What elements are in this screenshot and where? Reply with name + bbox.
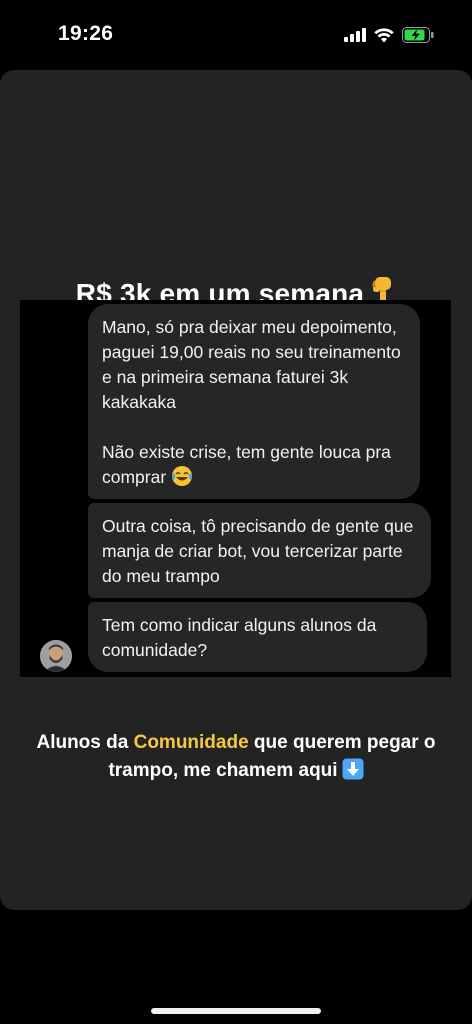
message-bubble: Outra coisa, tô precisando de gente que … — [88, 503, 431, 598]
story-screen: 19:26 R$ 3k em um semana Mano, só pra de… — [0, 0, 472, 1024]
chat-screenshot: Mano, só pra deixar meu depoimento, pagu… — [20, 300, 451, 677]
story-caption: Alunos da Comunidade que querem pegar o … — [0, 729, 472, 785]
battery-charging-icon — [402, 27, 434, 43]
message-bubble: Tem como indicar alguns alunos da comuni… — [88, 602, 427, 672]
down-arrow-button-icon — [342, 758, 364, 780]
avatar-photo — [40, 640, 72, 672]
wifi-icon — [374, 27, 394, 42]
message-bubble: Mano, só pra deixar meu depoimento, pagu… — [88, 304, 420, 499]
status-bar: 19:26 — [0, 0, 472, 70]
message-text: Mano, só pra deixar meu depoimento, pagu… — [102, 317, 401, 412]
message-text: Não existe crise, tem gente louca pra co… — [102, 442, 391, 487]
status-icons — [344, 24, 434, 46]
status-time: 19:26 — [58, 22, 114, 45]
home-indicator[interactable] — [151, 1008, 321, 1014]
cellular-signal-icon — [344, 28, 366, 42]
message-text: Tem como indicar alguns alunos da comuni… — [102, 615, 377, 660]
caption-text: Alunos da — [36, 732, 134, 753]
message-text: Outra coisa, tô precisando de gente que … — [102, 516, 414, 586]
user-avatar — [40, 640, 72, 672]
face-with-tears-of-joy-icon — [172, 466, 193, 486]
caption-highlight: Comunidade — [133, 732, 249, 753]
